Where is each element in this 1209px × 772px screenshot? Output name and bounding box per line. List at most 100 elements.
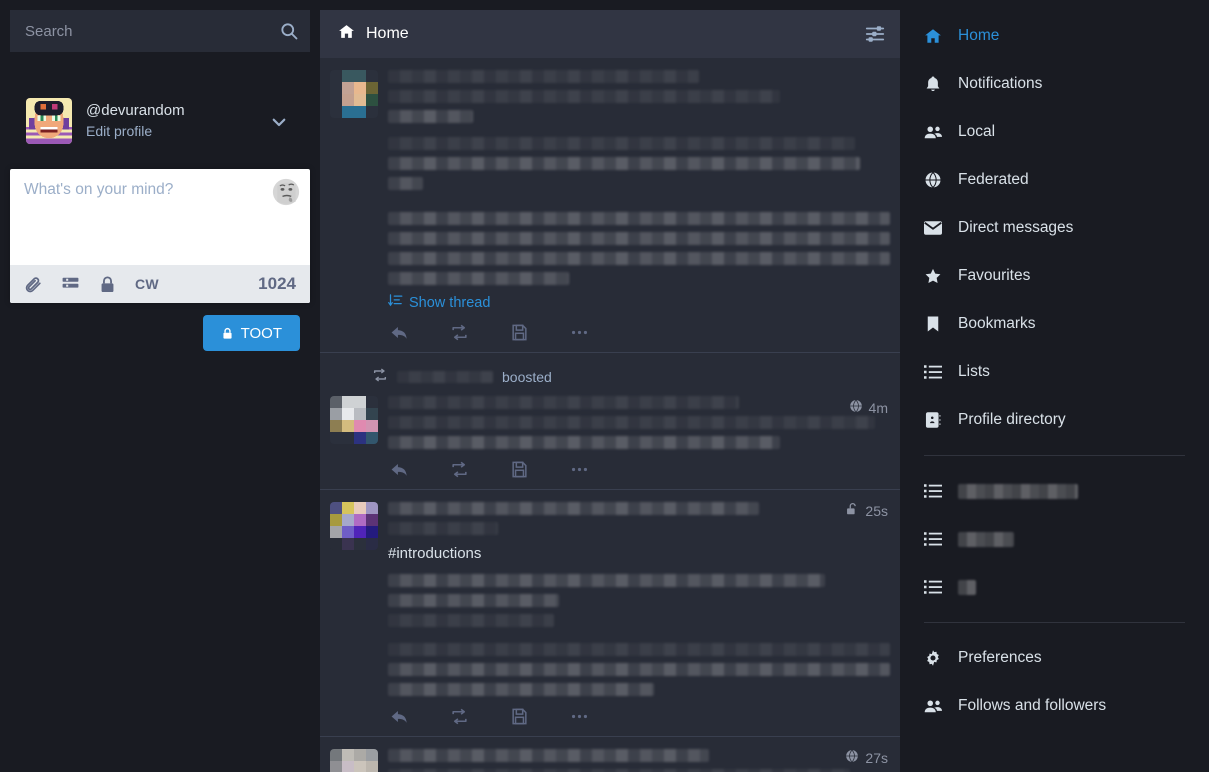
column-title-group: Home [338,23,409,45]
status-actions [388,323,890,342]
sidebar-item-list-1[interactable] [924,467,1209,515]
redacted-text [388,683,655,696]
status-meta: 27s [845,749,888,766]
reply-icon[interactable] [390,323,409,342]
redacted-text [388,272,569,285]
globe-icon [924,171,942,189]
sidebar-item-label: Preferences [958,649,1042,666]
sidebar-item-federated[interactable]: Federated [924,156,1209,204]
compose-textarea-wrap[interactable]: What's on your mind? [10,169,310,265]
status-content [388,396,890,479]
sidebar-item-label: Notifications [958,75,1043,92]
poll-icon[interactable] [61,275,80,294]
sidebar-item-bookmarks[interactable]: Bookmarks [924,300,1209,348]
boost-icon[interactable] [450,460,469,479]
sidebar-item-list-3[interactable] [924,563,1209,611]
lock-icon[interactable] [98,275,117,294]
redacted-text [388,436,780,449]
avatar[interactable] [330,749,378,772]
redacted-text [388,90,780,103]
table-row[interactable]: boosted 4m [320,353,900,490]
avatar[interactable] [330,70,378,118]
sidebar-item-direct-messages[interactable]: Direct messages [924,204,1209,252]
show-thread-link[interactable]: Show thread [388,293,890,312]
compose-placeholder: What's on your mind? [24,181,174,198]
sidebar-item-lists[interactable]: Lists [924,348,1209,396]
more-icon[interactable] [570,323,589,342]
sidebar-item-notifications[interactable]: Notifications [924,60,1209,108]
search-input[interactable] [10,10,310,52]
table-row[interactable]: 25s #introductions [320,490,900,737]
edit-profile-link[interactable]: Edit profile [86,122,185,141]
show-thread-label: Show thread [409,294,491,311]
profile-row[interactable]: @devurandom Edit profile [10,95,310,147]
column-header: Home [320,10,900,58]
boost-icon[interactable] [450,323,469,342]
sidebar-item-profile-directory[interactable]: Profile directory [924,396,1209,444]
status-content [388,749,890,772]
thinking-face-emoji[interactable] [272,178,300,206]
sidebar-item-favourites[interactable]: Favourites [924,252,1209,300]
timestamp[interactable]: 27s [865,750,888,766]
timestamp[interactable]: 4m [869,400,888,416]
redacted-text [388,177,424,190]
sidebar-item-label: Home [958,27,1000,44]
search-icon[interactable] [279,21,299,41]
avatar[interactable] [330,502,378,550]
table-row[interactable]: 27s [320,737,900,772]
boost-icon[interactable] [450,707,469,726]
page-title: Home [366,25,409,42]
sidebar-item-home[interactable]: Home [924,12,1209,60]
search-bar[interactable] [10,10,310,52]
chevron-down-icon[interactable] [270,113,288,131]
avatar[interactable] [330,396,378,444]
bookmark-icon[interactable] [510,707,529,726]
compose-form: What's on your mind? CW 1024 [10,169,310,303]
list-icon [924,578,942,596]
redacted-text [388,157,860,170]
redacted-text [388,416,875,429]
status-actions [388,460,890,479]
profile-handle: @devurandom [86,102,185,120]
more-icon[interactable] [570,707,589,726]
sidebar-item-label: Federated [958,171,1029,188]
users-icon [924,123,942,141]
avatar[interactable] [26,98,72,144]
paperclip-icon[interactable] [24,275,43,294]
status-content: #introductions [388,502,890,726]
reply-icon[interactable] [390,707,409,726]
redacted-list-name [958,579,976,595]
status-body [330,396,890,479]
sliders-icon[interactable] [864,23,886,45]
status-meta: 25s [845,502,888,519]
sidebar-item-follows-and-followers[interactable]: Follows and followers [924,682,1209,730]
sidebar-item-label: Favourites [958,267,1031,284]
more-icon[interactable] [570,460,589,479]
redacted-text [388,212,890,225]
sidebar-item-label: Direct messages [958,219,1074,236]
table-row[interactable]: Show thread [320,58,900,353]
reply-icon[interactable] [390,460,409,479]
sidebar-item-label: Local [958,123,996,140]
redacted-text [388,522,499,535]
bookmark-icon[interactable] [510,323,529,342]
bookmark-icon [924,315,942,333]
mastodon-app: @devurandom Edit profile What's on your … [0,0,1209,772]
home-icon [338,23,355,45]
status-body [330,749,890,772]
address-book-icon [924,411,942,429]
bookmark-icon[interactable] [510,460,529,479]
content-warning-button[interactable]: CW [135,276,159,292]
sidebar-item-local[interactable]: Local [924,108,1209,156]
gear-icon [924,649,942,667]
redacted-text [388,232,890,245]
timestamp[interactable]: 25s [865,503,888,519]
redacted-text [388,70,700,83]
lock-icon [223,327,232,339]
toot-button[interactable]: TOOT [202,315,300,351]
redacted-text [388,594,559,607]
hashtag-link[interactable]: #introductions [388,545,890,562]
sidebar-item-preferences[interactable]: Preferences [924,634,1209,682]
sidebar-item-list-2[interactable] [924,515,1209,563]
status-list[interactable]: Show thread boosted 4m 25s #introduction… [320,58,900,772]
